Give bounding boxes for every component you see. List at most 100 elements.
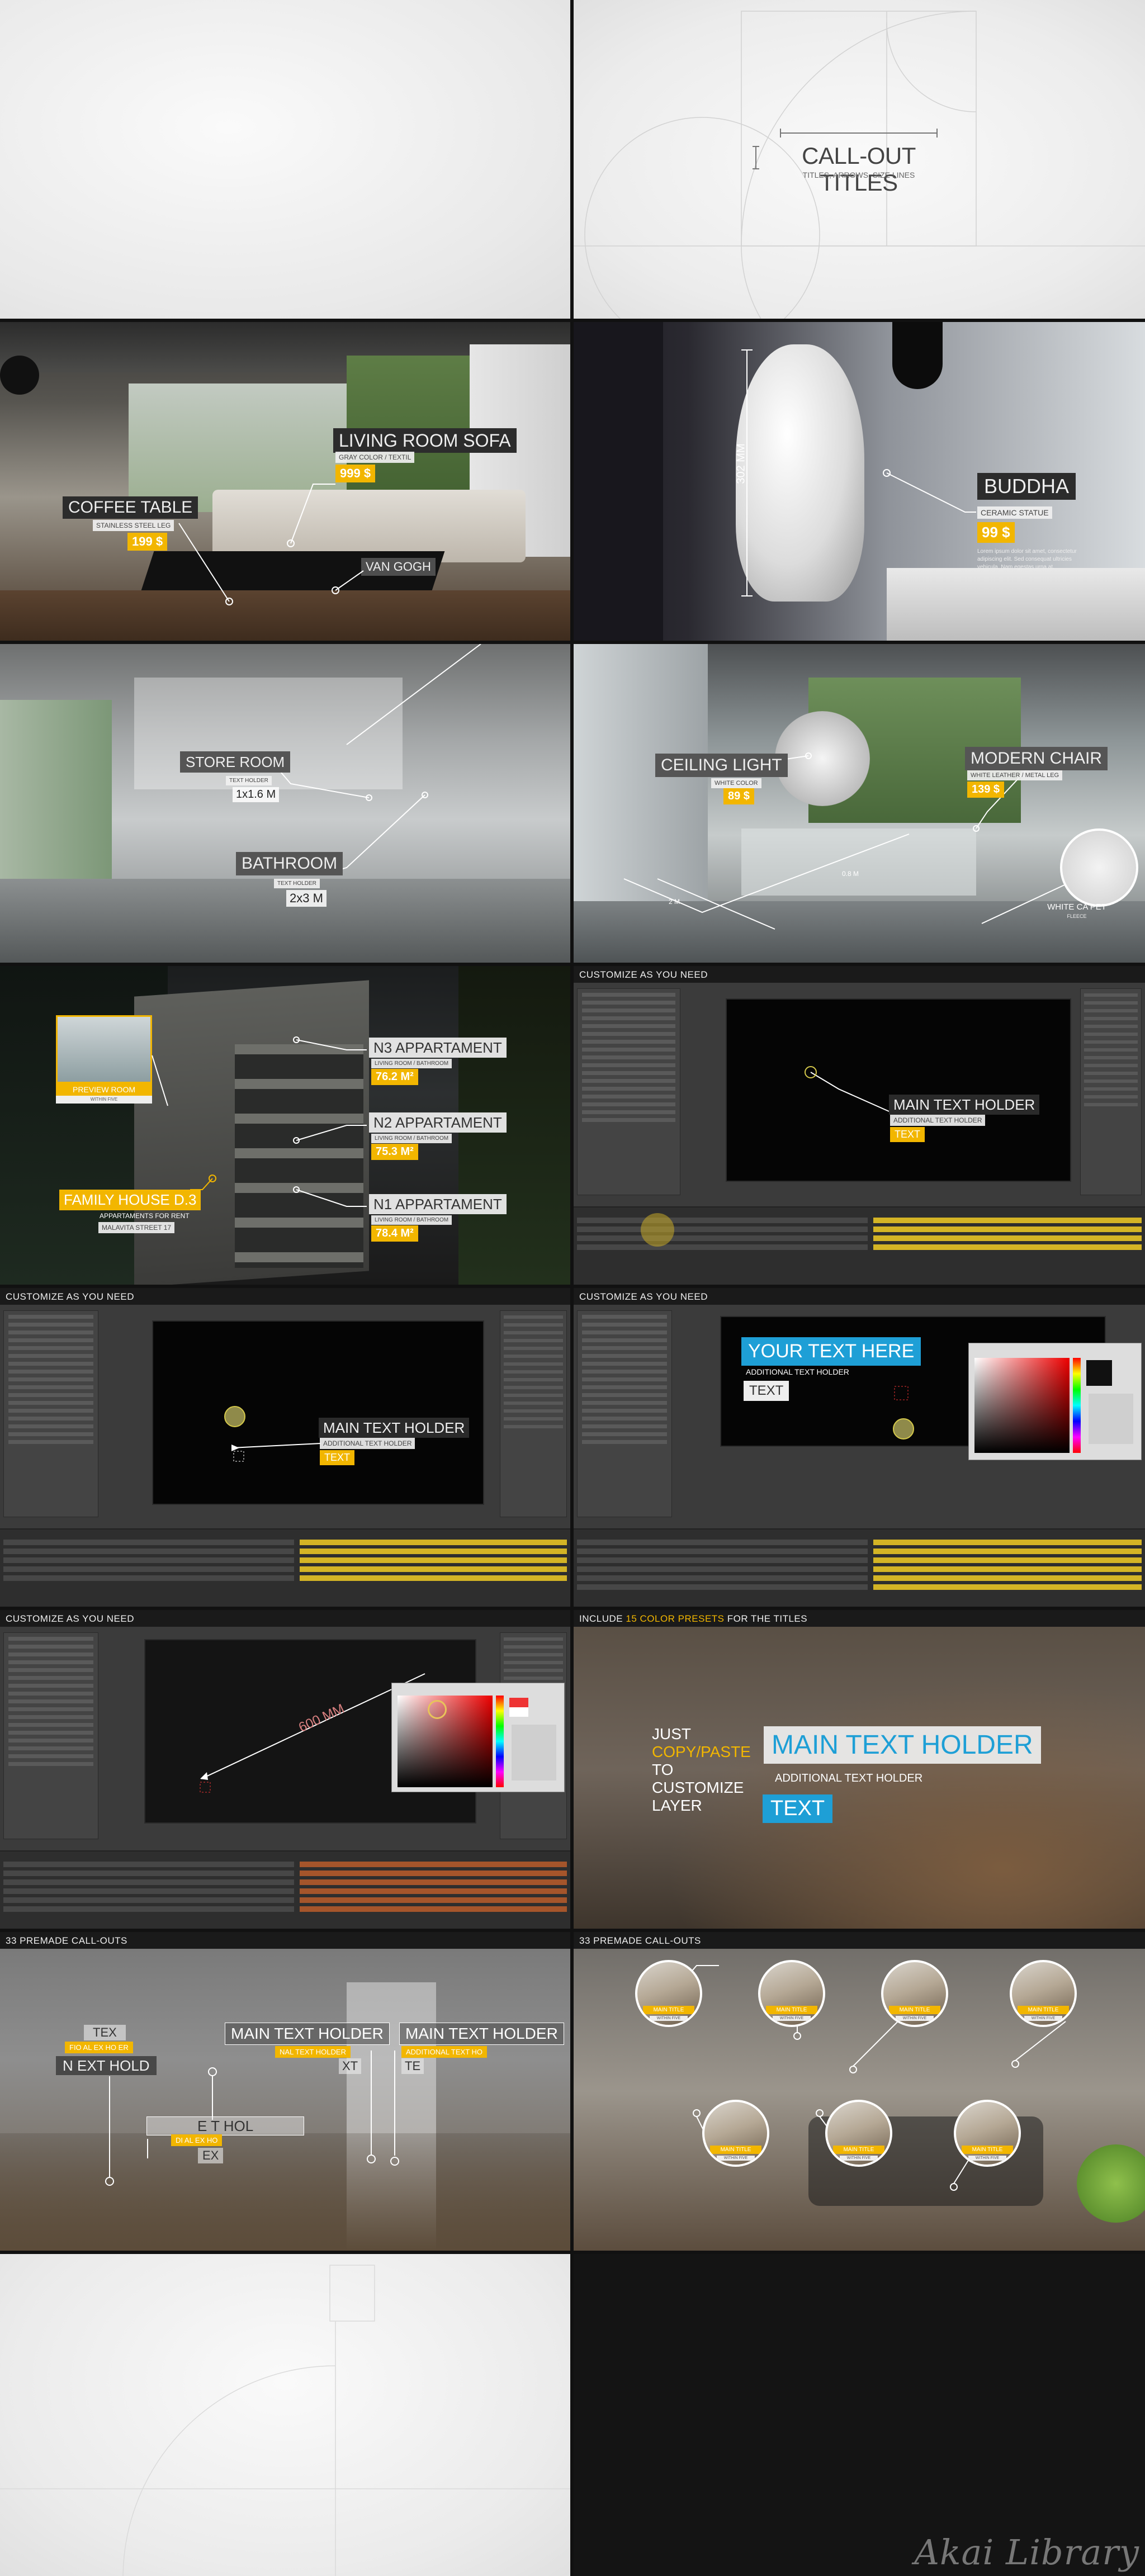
ae2-timeline[interactable] [0,1528,570,1607]
ae-panel-3: CUSTOMIZE AS YOU NEED YOUR TEXT HERE ADD… [574,1288,1145,1607]
ae4-header: CUSTOMIZE AS YOU NEED [0,1610,570,1627]
premade-panel-1: 33 PREMADE CALL-OUTS TEX FIO AL EX HO ER… [0,1932,570,2251]
thumb-5: MAIN TITLE WITHIN FIVE [702,2100,769,2167]
dim-1: 2 M [669,898,680,906]
ae2-pointer [224,1406,321,1462]
callout-title: CALL-OUT TITLES [802,143,916,196]
outro-decoration [0,2265,570,2576]
ae2-project-panel[interactable] [3,1310,98,1517]
ae2-text: TEXT [320,1450,355,1465]
b-sub: NAL TEXT HOLDER [275,2046,351,2058]
thumb-6: MAIN TITLE WITHIN FIVE [825,2100,892,2167]
premade-panel-2: 33 PREMADE CALL-OUTS MAIN TITLE WITHIN FI… [574,1932,1145,2251]
b-txt: XT [339,2058,362,2074]
ae1-cursor-highlight [641,1213,674,1247]
presets-panel: INCLUDE 15 COLOR PRESETS FOR THE TITLES … [574,1610,1145,1929]
presets-copy-block: JUST COPY/PASTE TO CUSTOMIZE LAYER [652,1725,751,1815]
ae4-timeline[interactable] [0,1850,570,1929]
a-mid: FIO AL EX HO ER [65,2042,133,2053]
chair-sub: WHITE LEATHER / METAL LEG [967,770,1063,780]
presets-customize: CUSTOMIZE [652,1778,744,1796]
ae1-timeline[interactable] [574,1206,1145,1285]
ae4-picker-cursor [428,1700,447,1719]
ae4-hue-slider[interactable] [496,1696,504,1787]
d-mid: DI AL EX HO [171,2134,223,2146]
store-size: 1x1.6 M [233,787,280,802]
ae-panel-4: CUSTOMIZE AS YOU NEED 600 MM [0,1610,570,1929]
ae3-header: CUSTOMIZE AS YOU NEED [574,1288,1145,1305]
ae3-color-picker[interactable] [968,1343,1142,1460]
ae4-color-picker[interactable] [391,1683,565,1792]
bath-size: 2x3 M [286,890,327,907]
thumb-2: MAIN TITLE WITHIN FIVE [758,1960,825,2027]
ae2-effects-panel[interactable] [500,1310,567,1517]
ae1-pointer [805,1066,889,1112]
ae3-project-panel[interactable] [577,1310,672,1517]
dim-2: 0.8 M [842,870,859,878]
ae-panel-1: CUSTOMIZE AS YOU NEED MAIN TEXT HOLDER A… [574,966,1145,1285]
c-txt: TE [401,2058,424,2074]
store-title: STORE ROOM [180,751,291,773]
ae2-additional: ADDITIONAL TEXT HOLDER [320,1438,415,1449]
ae1-header: CUSTOMIZE AS YOU NEED [574,966,1145,983]
blank-intro-panel [0,0,570,319]
ae3-timeline[interactable] [574,1528,1145,1607]
ae3-swatch [1086,1360,1112,1386]
living-room-panel: LIVING ROOM SOFA GRAY COLOR / TEXTIL 999… [0,322,570,641]
b-main: MAIN TEXT HOLDER [225,2023,390,2045]
ae2-composition[interactable]: MAIN TEXT HOLDER ADDITIONAL TEXT HOLDER … [152,1320,484,1505]
d-top: E T HOL [146,2116,305,2135]
ae3-color-field[interactable] [974,1358,1070,1453]
buddha-size: 302 MM [735,443,747,484]
buddha-title: BUDDHA [977,473,1076,500]
thumb-1: MAIN TITLE WITHIN FIVE [635,1960,702,2027]
ae4-project-panel[interactable] [3,1632,98,1839]
thumb-3: MAIN TITLE WITHIN FIVE [881,1960,948,2027]
bath-title: BATHROOM [236,852,343,875]
ae3-hue-slider[interactable] [1073,1358,1081,1453]
watermark-text: Akai Library [914,2532,1139,2573]
carpet-title: WHITE CA PET [1047,902,1106,912]
living-pointer-lines [178,484,364,605]
presets-just: JUST [652,1725,691,1742]
ae1-text: TEXT [890,1127,925,1142]
thumb-4: MAIN TITLE WITHIN FIVE [1010,1960,1077,2027]
ae1-project-panel[interactable] [577,988,680,1195]
d-bot: EX [198,2148,224,2163]
c-sub: ADDITIONAL TEXT HO [401,2046,488,2058]
carpet-sub: FLEECE [1067,913,1087,919]
presets-main: MAIN TEXT HOLDER [764,1726,1041,1764]
buddha-sub: CERAMIC STATUE [977,506,1052,519]
callout-subtitle: TITLES, ARROWS, SIZE LINES [802,171,915,179]
presets-additional: ADDITIONAL TEXT HOLDER [775,1772,923,1784]
thumb-7: MAIN TITLE WITHIN FIVE [954,2100,1021,2167]
presets-text: TEXT [763,1794,833,1823]
light-title: CEILING LIGHT [655,754,788,777]
dining-panel: 2 M 0.8 M CEILING LIGHT WHITE COLOR 89 $… [574,644,1145,963]
building-panel: PREVIEW ROOM WITHIN FIVE FAMILY HOUSE D.… [0,966,570,1285]
blank-outro-panel [0,2254,570,2576]
store-sub: TEXT HOLDER [226,776,272,785]
building-pointer-lines [152,1036,367,1207]
buddha-panel: 302 MM BUDDHA CERAMIC STATUE 99 $ Lorem … [574,322,1145,641]
chair-title: MODERN CHAIR [965,747,1108,770]
buddha-price: 99 $ [977,522,1015,543]
light-sub: WHITE COLOR [711,778,761,788]
presets-header: INCLUDE 15 COLOR PRESETS FOR THE TITLES [574,1610,1145,1627]
bathroom-panel: STORE ROOM TEXT HOLDER 1x1.6 M BATHROOM … [0,644,570,963]
ae-panel-2: CUSTOMIZE AS YOU NEED MAIN TEXT HOLDER A… [0,1288,570,1607]
premade1-lines [105,2051,399,2186]
presets-copy: COPY/PASTE [652,1742,751,1760]
light-price: 89 $ [723,788,754,804]
c-main: MAIN TEXT HOLDER [399,2023,564,2045]
a-top: TEX [84,2025,126,2040]
watermark-panel: Akai Library [574,2254,1145,2576]
presets-to: TO [652,1760,674,1778]
ae2-header: CUSTOMIZE AS YOU NEED [0,1288,570,1305]
ae1-additional: ADDITIONAL TEXT HOLDER [890,1115,986,1126]
callout-title-panel: CALL-OUT TITLES TITLES, ARROWS, SIZE LIN… [574,0,1145,319]
ae1-composition[interactable]: MAIN TEXT HOLDER ADDITIONAL TEXT HOLDER … [726,998,1071,1182]
a-bot: N EXT HOLD [56,2056,157,2075]
ae1-effects-panel[interactable] [1080,988,1142,1195]
bath-pointer-lines [271,644,481,875]
